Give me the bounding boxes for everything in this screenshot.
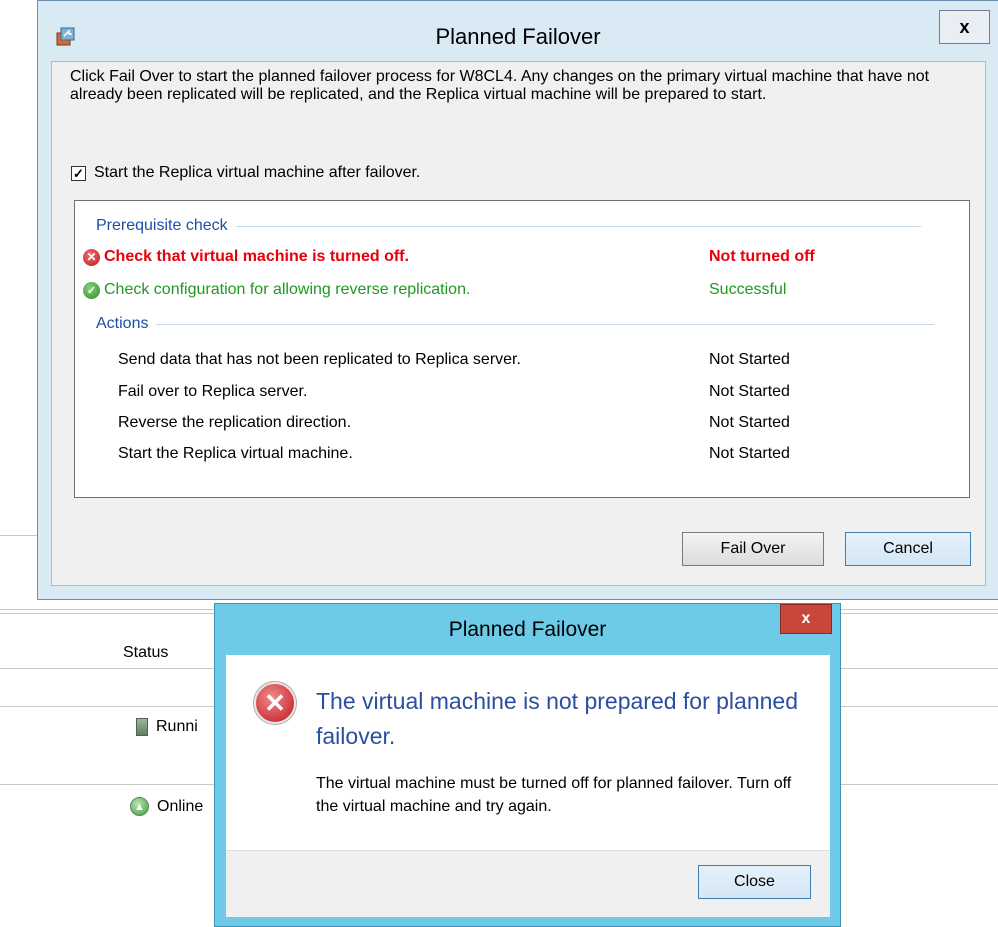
action-row: Start the Replica virtual machine. Not S… (118, 445, 958, 463)
cancel-button[interactable]: Cancel (845, 532, 971, 566)
close-button[interactable]: x (939, 10, 990, 44)
action-label: Start the Replica virtual machine. (118, 445, 353, 462)
prerequisite-label: Check that virtual machine is turned off… (104, 248, 409, 265)
planned-failover-dialog: Planned Failover x Click Fail Over to st… (37, 0, 998, 600)
error-heading: The virtual machine is not prepared for … (316, 688, 799, 749)
divider (0, 535, 37, 536)
action-status: Not Started (709, 445, 790, 462)
vm-status-text: Runni (156, 718, 198, 735)
error-icon: ✕ (254, 682, 296, 724)
section-divider (156, 323, 935, 325)
actions-section-header: Actions (96, 315, 935, 333)
action-status: Not Started (709, 351, 790, 368)
error-icon: ✕ (83, 248, 100, 266)
status-column-header[interactable]: Status (123, 644, 168, 662)
vm-status-running[interactable]: Runni (136, 718, 198, 736)
fail-over-button[interactable]: Fail Over (682, 532, 824, 566)
error-message: The virtual machine must be turned off f… (316, 775, 792, 815)
action-row: Fail over to Replica server. Not Started (118, 383, 958, 401)
success-check-icon: ✓ (83, 281, 100, 299)
prerequisite-status: Successful (709, 281, 787, 298)
prerequisite-status: Not turned off (709, 248, 815, 265)
error-dialog-footer: Close (226, 850, 830, 917)
dialog-title: Planned Failover (435, 24, 601, 49)
action-label: Fail over to Replica server. (118, 383, 308, 400)
action-status: Not Started (709, 383, 790, 400)
action-row: Send data that has not been replicated t… (118, 351, 958, 369)
error-dialog-title: Planned Failover (448, 618, 607, 641)
error-dialog: Planned Failover x ✕ The virtual machine… (214, 603, 841, 927)
close-dialog-button[interactable]: Close (698, 865, 811, 899)
start-replica-checkbox-label: Start the Replica virtual machine after … (94, 164, 421, 181)
prerequisite-section-header: Prerequisite check (96, 217, 921, 235)
dialog-description: Click Fail Over to start the planned fai… (70, 68, 930, 103)
start-replica-option[interactable]: ✓ Start the Replica virtual machine afte… (71, 164, 420, 182)
action-label: Send data that has not been replicated t… (118, 351, 521, 368)
dialog-content: Click Fail Over to start the planned fai… (51, 61, 986, 586)
replication-status-text: Online (157, 797, 204, 815)
section-divider (235, 225, 921, 227)
actions-heading: Actions (96, 315, 149, 332)
start-replica-checkbox[interactable]: ✓ (71, 165, 86, 181)
progress-panel: Prerequisite check ✕ Check that virtual … (74, 200, 970, 498)
action-row: Reverse the replication direction. Not S… (118, 414, 958, 432)
prerequisite-row: ✓ Check configuration for allowing rever… (83, 281, 963, 299)
error-dialog-close-button[interactable]: x (780, 604, 832, 634)
prerequisite-heading: Prerequisite check (96, 217, 228, 234)
vm-icon (136, 718, 148, 736)
action-status: Not Started (709, 414, 790, 431)
online-arrow-icon: ▲ (130, 797, 149, 816)
title-bar[interactable]: Planned Failover x (38, 1, 998, 61)
prerequisite-row: ✕ Check that virtual machine is turned o… (83, 248, 963, 266)
replication-status-online[interactable]: ▲ Online (130, 797, 203, 816)
prerequisite-label: Check configuration for allowing reverse… (104, 281, 471, 298)
action-label: Reverse the replication direction. (118, 414, 352, 431)
